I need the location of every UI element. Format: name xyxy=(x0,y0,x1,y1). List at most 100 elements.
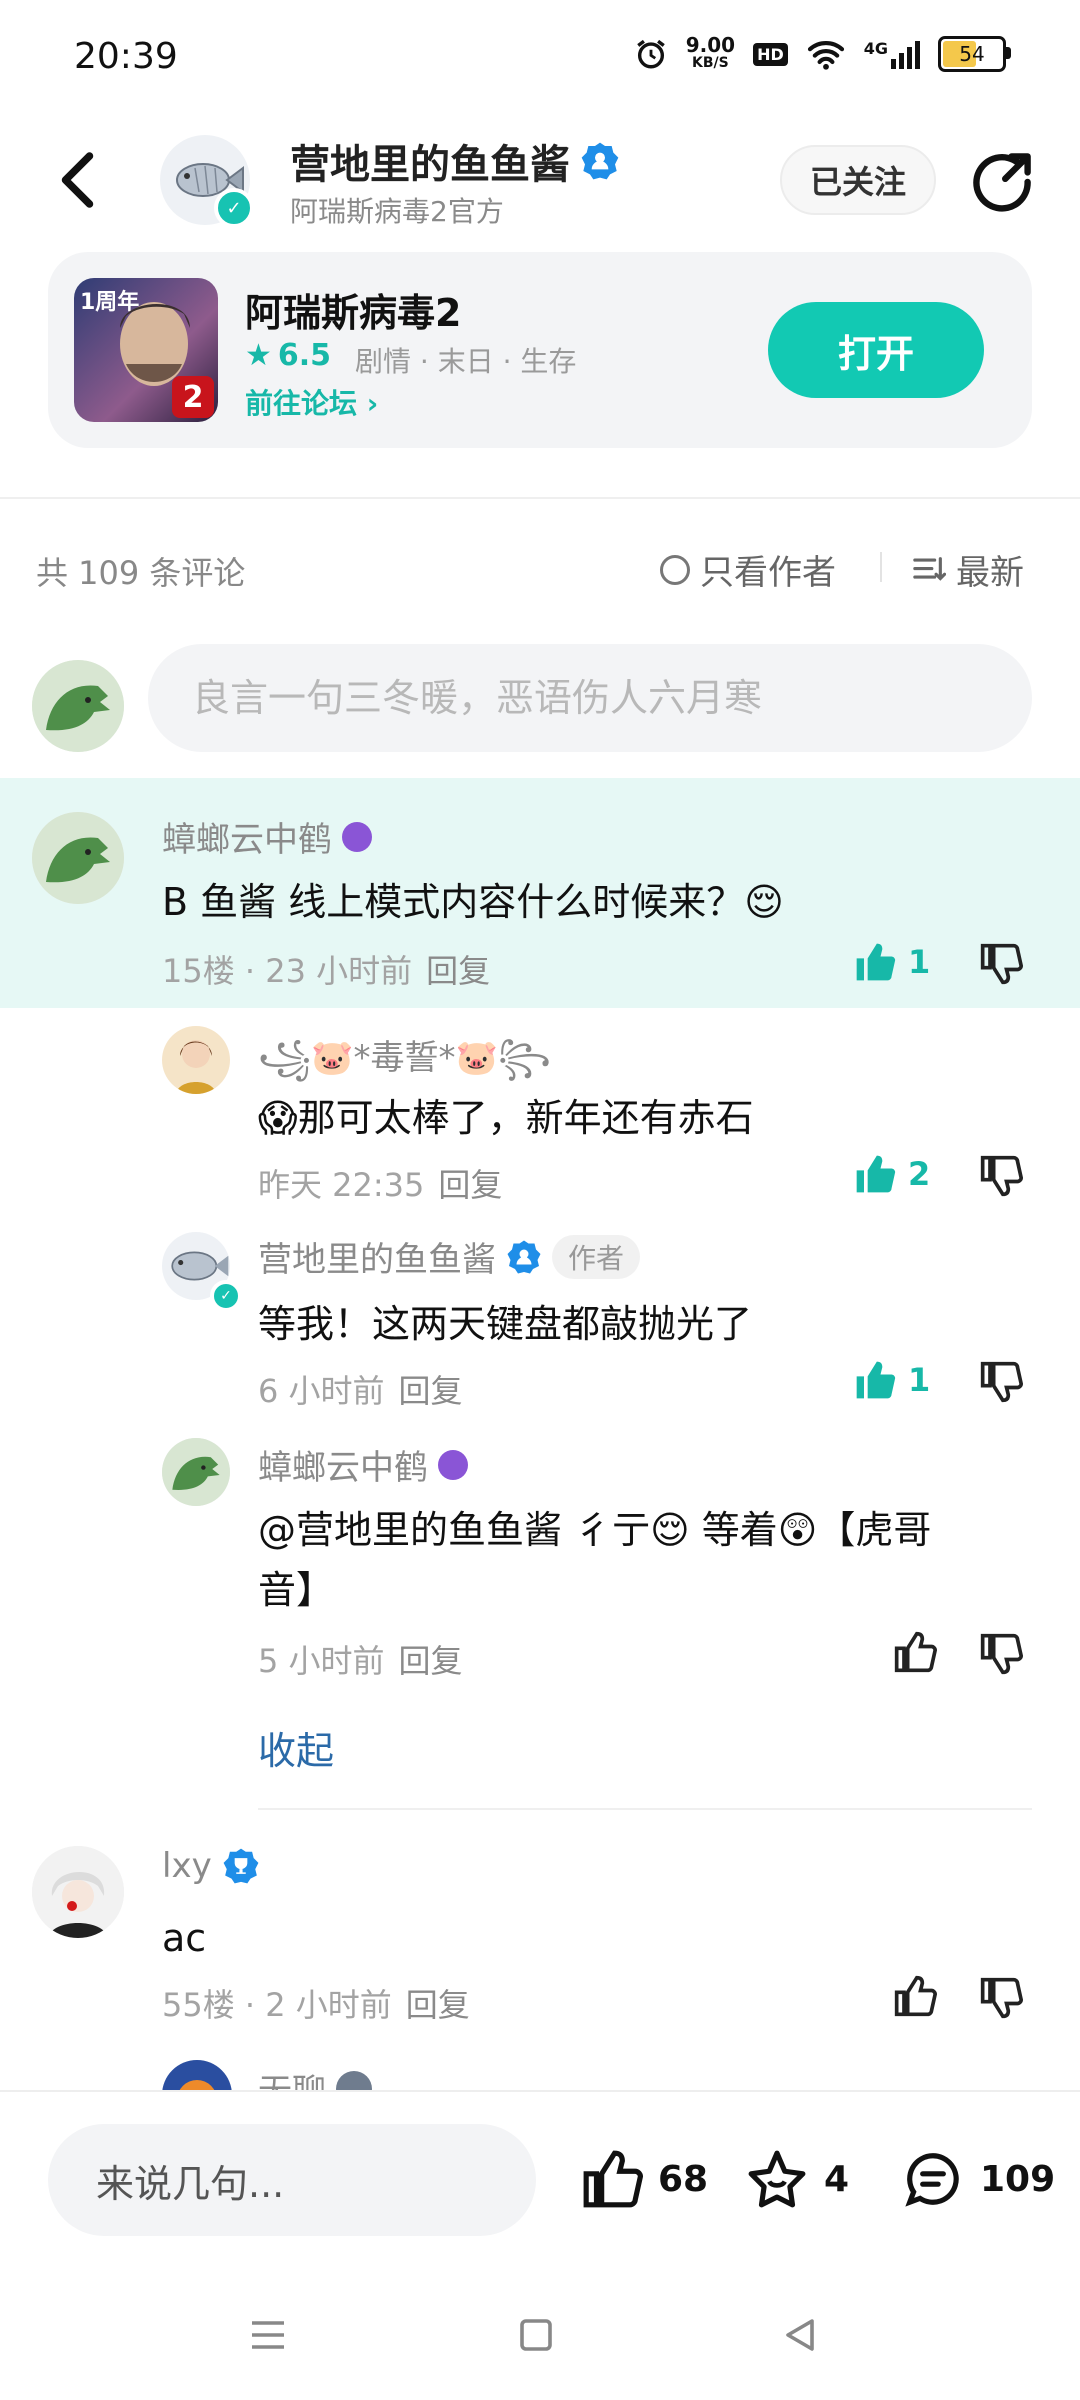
battery-level: 54 xyxy=(959,42,985,66)
comments-button[interactable]: 109 xyxy=(900,2148,1055,2210)
reply-button[interactable]: 回复 xyxy=(399,1372,463,1410)
comment-floor-time: 15楼 · 23 小时前 xyxy=(162,952,413,990)
divider xyxy=(880,552,882,582)
like-button[interactable]: 1 xyxy=(852,940,930,984)
username: lxy xyxy=(162,1846,212,1886)
avatar[interactable] xyxy=(32,1846,124,1938)
comment-text: B 鱼酱 线上模式内容什么时候来？😌 xyxy=(162,880,784,924)
share-icon[interactable] xyxy=(970,150,1034,214)
thumbs-down-icon[interactable] xyxy=(978,1154,1024,1198)
game-icon[interactable]: 1周年 2 xyxy=(74,278,218,422)
reply-button[interactable]: 回复 xyxy=(399,1642,463,1680)
reply-time: 昨天 22:35 xyxy=(258,1166,425,1204)
author-name[interactable]: 营地里的鱼鱼酱 xyxy=(290,132,620,190)
game-rating: ★ 6.5 xyxy=(245,338,331,373)
thumbs-up-filled-icon xyxy=(856,1155,896,1193)
comment-meta: 55楼 · 2 小时前 回复 xyxy=(162,1980,470,2026)
reply-meta: 5 小时前 回复 xyxy=(258,1636,463,1682)
status-icons: 9.00 KB/S HD 4G 54 xyxy=(634,35,1011,72)
reply-button[interactable]: 回复 xyxy=(426,952,490,990)
reply-button[interactable]: 回复 xyxy=(438,1166,502,1204)
hd-icon: HD xyxy=(753,42,788,66)
thumbs-down-icon[interactable] xyxy=(978,942,1024,986)
signal-icon: 4G xyxy=(864,39,920,69)
my-avatar xyxy=(32,660,124,752)
comment-user[interactable]: lxy xyxy=(162,1846,260,1886)
radio-icon xyxy=(660,554,690,585)
reply-meta: 昨天 22:35 回复 xyxy=(258,1160,502,1206)
trophy-badge-icon xyxy=(223,1848,259,1884)
star-icon: ★ xyxy=(245,338,272,373)
divider xyxy=(0,497,1080,499)
chat-bubble-icon xyxy=(905,2153,959,2207)
author-name-text: 营地里的鱼鱼酱 xyxy=(290,142,570,188)
comment-input[interactable] xyxy=(148,644,1032,752)
comment-floor-time: 55楼 · 2 小时前 xyxy=(162,1986,392,2024)
author-subtitle: 阿瑞斯病毒2官方 xyxy=(290,195,504,228)
reply-user[interactable]: 蟑螂云中鹤 xyxy=(258,1440,468,1489)
game-number-badge: 2 xyxy=(172,376,214,418)
reply-text-line: @营地里的鱼鱼酱 彳亍😌 等着😲【虎哥 xyxy=(258,1508,932,1552)
comment-meta: 15楼 · 23 小时前 回复 xyxy=(162,946,490,992)
like-button[interactable]: 1 xyxy=(852,1358,930,1402)
thumbs-down-icon[interactable] xyxy=(978,1976,1024,2020)
thumbs-up-filled-icon xyxy=(856,1361,896,1399)
reply-user[interactable]: 营地里的鱼鱼酱 作者 xyxy=(258,1232,641,1281)
sort-toggle[interactable]: 最新 xyxy=(912,545,1024,594)
reply-text: 😱那可太棒了，新年还有赤石 xyxy=(258,1096,754,1140)
bottom-comment-input[interactable]: 来说几句... xyxy=(48,2124,536,2236)
only-author-toggle[interactable]: 只看作者 xyxy=(660,545,836,594)
thumbs-up-icon[interactable] xyxy=(892,1630,938,1674)
open-game-button[interactable]: 打开 xyxy=(768,302,984,398)
only-author-label: 只看作者 xyxy=(700,553,836,593)
reply-button[interactable]: 回复 xyxy=(406,1986,470,2024)
like-post-button[interactable]: 68 xyxy=(580,2148,708,2210)
comment-count: 共 109 条评论 xyxy=(36,554,246,592)
comment-text: ac xyxy=(162,1916,207,1960)
official-badge-icon xyxy=(507,1240,541,1273)
game-tags: 剧情 · 末日 · 生存 xyxy=(355,345,577,378)
reply-text: 等我！这两天键盘都敲抛光了 xyxy=(258,1302,753,1346)
home-nav-icon[interactable] xyxy=(516,2305,556,2365)
post-like-count: 68 xyxy=(658,2158,709,2200)
sort-icon xyxy=(913,556,946,581)
reply-time: 6 小时前 xyxy=(258,1372,385,1410)
thumbs-down-icon[interactable] xyxy=(978,1360,1024,1404)
net-speed: 9.00 KB/S xyxy=(686,35,735,72)
level-badge-icon xyxy=(342,821,372,852)
collapse-replies-link[interactable]: 收起 xyxy=(258,1720,334,1775)
battery-icon: 54 xyxy=(938,36,1011,72)
like-count: 2 xyxy=(908,1155,931,1193)
like-count: 1 xyxy=(908,943,931,981)
divider xyxy=(258,1808,1032,1810)
network-type: 4G xyxy=(863,39,888,58)
back-nav-icon[interactable] xyxy=(780,2305,820,2365)
menu-nav-icon[interactable] xyxy=(248,2305,288,2365)
forum-link[interactable]: 前往论坛 › xyxy=(245,382,378,422)
username: 蟑螂云中鹤 xyxy=(258,1448,428,1488)
alarm-icon xyxy=(636,39,665,69)
like-button[interactable]: 2 xyxy=(852,1152,930,1196)
thumbs-up-icon[interactable] xyxy=(892,1974,938,2018)
reply-text: @营地里的鱼鱼酱 彳亍😌 等着😲【虎哥 音】 xyxy=(258,1500,1038,1620)
dragon-avatar-icon xyxy=(32,660,124,752)
username: 蟑螂云中鹤 xyxy=(162,820,332,860)
like-count: 1 xyxy=(908,1361,931,1399)
reply-time: 5 小时前 xyxy=(258,1642,385,1680)
official-badge-icon xyxy=(581,142,619,180)
net-speed-unit: KB/S xyxy=(692,55,729,71)
thumbs-down-icon[interactable] xyxy=(978,1632,1024,1676)
avatar[interactable] xyxy=(162,1438,230,1506)
dragon-avatar-icon xyxy=(162,1438,230,1506)
back-arrow-icon[interactable] xyxy=(54,150,104,210)
game-rating-value: 6.5 xyxy=(277,338,332,373)
game-title[interactable]: 阿瑞斯病毒2 xyxy=(245,282,461,337)
dragon-avatar-icon xyxy=(32,812,124,904)
favorite-button[interactable]: 4 xyxy=(744,2148,849,2210)
favorite-count: 4 xyxy=(824,2158,850,2200)
comment-user[interactable]: 蟑螂云中鹤 xyxy=(162,812,372,861)
avatar[interactable] xyxy=(32,812,124,904)
verified-badge-icon: ✓ xyxy=(214,188,254,228)
avatar[interactable] xyxy=(162,1026,230,1094)
follow-button[interactable]: 已关注 xyxy=(780,145,936,215)
